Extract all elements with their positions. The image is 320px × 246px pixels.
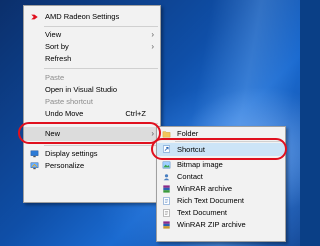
menu-separator	[44, 68, 158, 69]
contact-icon	[163, 174, 170, 181]
menu-item-label: Paste	[45, 73, 65, 82]
menu-item-view[interactable]: View ›	[24, 29, 160, 41]
submenu-item-rich-text-document[interactable]: Rich Text Document	[157, 195, 285, 207]
menu-item-undo-move[interactable]: Undo Move Ctrl+Z	[24, 108, 160, 120]
submenu-item-winrar-zip-archive[interactable]: WinRAR ZIP archive	[157, 219, 285, 231]
menu-separator	[44, 145, 158, 146]
menu-item-label: View	[45, 30, 62, 39]
submenu-item-label: Text Document	[177, 208, 228, 217]
submenu-item-text-document[interactable]: Text Document	[157, 207, 285, 219]
submenu-item-label: Rich Text Document	[177, 196, 244, 205]
menu-item-label: Undo Move	[45, 109, 84, 118]
display-settings-icon	[30, 150, 39, 158]
menu-item-label: Display settings	[45, 149, 98, 158]
menu-item-label: AMD Radeon Settings	[45, 12, 120, 21]
menu-item-personalize[interactable]: Personalize	[24, 160, 160, 172]
new-highlight-oval	[18, 122, 161, 144]
menu-item-sort-by[interactable]: Sort by ›	[24, 41, 160, 53]
menu-separator	[44, 26, 158, 27]
submenu-item-label: WinRAR ZIP archive	[177, 220, 246, 229]
personalize-icon	[30, 162, 39, 170]
submenu-arrow-icon: ›	[151, 30, 154, 39]
menu-item-display-settings[interactable]: Display settings	[24, 148, 160, 160]
bitmap-image-icon	[162, 161, 171, 169]
folder-icon	[162, 131, 171, 138]
submenu-item-winrar-archive[interactable]: WinRAR archive	[157, 183, 285, 195]
menu-item-label: Open in Visual Studio	[45, 85, 117, 94]
submenu-item-label: Bitmap image	[177, 160, 223, 169]
submenu-arrow-icon: ›	[151, 42, 154, 51]
menu-item-label: Sort by	[45, 42, 69, 51]
submenu-item-label: Contact	[177, 172, 203, 181]
keyboard-shortcut-label: Ctrl+Z	[125, 109, 146, 118]
submenu-item-bitmap-image[interactable]: Bitmap image	[157, 159, 285, 171]
winrar-zip-icon	[163, 221, 170, 229]
menu-item-amd-radeon-settings[interactable]: AMD Radeon Settings	[24, 11, 160, 23]
submenu-item-contact[interactable]: Contact	[157, 171, 285, 183]
menu-item-label: Refresh	[45, 54, 72, 63]
menu-item-label: Paste shortcut	[45, 97, 93, 106]
desktop-context-menu: AMD Radeon Settings View › Sort by › Ref…	[23, 5, 161, 203]
amd-radeon-icon	[31, 14, 38, 20]
menu-item-open-in-visual-studio[interactable]: Open in Visual Studio	[24, 84, 160, 96]
submenu-item-label: WinRAR archive	[177, 184, 233, 193]
rich-text-icon	[163, 197, 170, 205]
menu-item-refresh[interactable]: Refresh	[24, 53, 160, 65]
text-document-icon	[163, 209, 170, 217]
menu-item-paste-shortcut: Paste shortcut	[24, 96, 160, 108]
menu-item-label: Personalize	[45, 161, 85, 170]
menu-item-paste: Paste	[24, 72, 160, 84]
shortcut-highlight-oval	[151, 138, 287, 160]
winrar-archive-icon	[163, 185, 170, 193]
